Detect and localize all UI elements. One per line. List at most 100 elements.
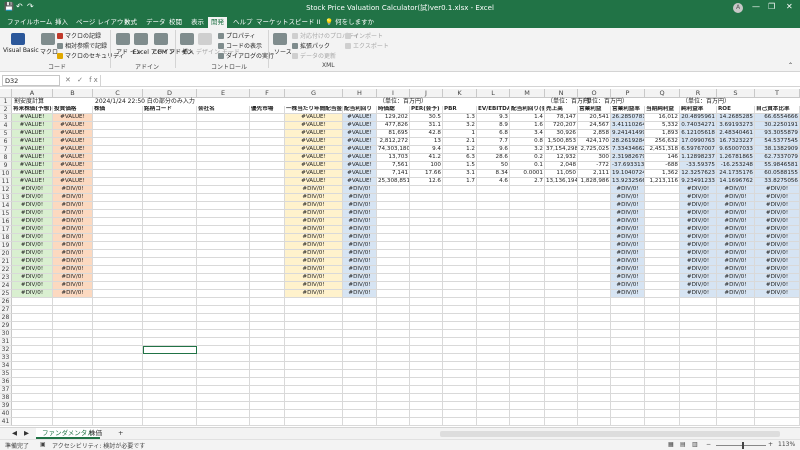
row-header-4[interactable]: 4 [0, 122, 12, 130]
cell-N35[interactable] [545, 370, 578, 378]
cell-L39[interactable] [477, 402, 510, 410]
cell-A36[interactable] [12, 378, 53, 386]
cell-P31[interactable] [611, 338, 645, 346]
cell-A6[interactable]: #VALUE! [12, 138, 53, 146]
cell-R29[interactable] [680, 322, 717, 330]
cell-C23[interactable] [93, 274, 143, 282]
cell-N25[interactable] [545, 290, 578, 298]
cell-E35[interactable] [197, 370, 250, 378]
cell-R10[interactable]: 12.3257623 [680, 170, 717, 178]
cell-F4[interactable] [250, 122, 285, 130]
cell-Q26[interactable] [645, 298, 680, 306]
cell-D33[interactable] [143, 354, 197, 362]
cell-F14[interactable] [250, 202, 285, 210]
cell-K36[interactable] [443, 378, 477, 386]
cell-C33[interactable] [93, 354, 143, 362]
cell-N32[interactable] [545, 346, 578, 354]
cell-P6[interactable]: 28.2619284 [611, 138, 645, 146]
cell-P5[interactable]: 9.24141499 [611, 130, 645, 138]
header-cell-T[interactable]: 自己資本比率 [755, 106, 800, 114]
cell-T12[interactable]: #DIV/0! [755, 186, 800, 194]
cell-H17[interactable]: #DIV/0! [343, 226, 377, 234]
column-header-I[interactable]: I [377, 89, 410, 98]
row-header-9[interactable]: 9 [0, 162, 12, 170]
cell-C25[interactable] [93, 290, 143, 298]
cell-P33[interactable] [611, 354, 645, 362]
cell-A8[interactable]: #VALUE! [12, 154, 53, 162]
cell-T28[interactable] [755, 314, 800, 322]
row-header-13[interactable]: 13 [0, 194, 12, 202]
cell-I14[interactable] [377, 202, 410, 210]
cell-Q30[interactable] [645, 330, 680, 338]
cell-J17[interactable] [410, 226, 443, 234]
cell-D24[interactable] [143, 282, 197, 290]
cell-R38[interactable] [680, 394, 717, 402]
cell-B17[interactable]: #DIV/0! [53, 226, 93, 234]
cell-A20[interactable]: #DIV/0! [12, 250, 53, 258]
cell-H39[interactable] [343, 402, 377, 410]
cell-H3[interactable]: #VALUE! [343, 114, 377, 122]
cell-D4[interactable] [143, 122, 197, 130]
cell-S34[interactable] [717, 362, 755, 370]
cell-M37[interactable] [510, 386, 545, 394]
visual-basic-icon[interactable] [11, 33, 25, 45]
cell-M7[interactable]: 3.2 [510, 146, 545, 154]
cell-O5[interactable]: 2,858 [578, 130, 611, 138]
cell-F29[interactable] [250, 322, 285, 330]
tab-marketspeed[interactable]: マーケットスピード II [253, 17, 323, 28]
cell-I20[interactable] [377, 250, 410, 258]
cell-B4[interactable]: #VALUE! [53, 122, 93, 130]
cell-H12[interactable]: #DIV/0! [343, 186, 377, 194]
row-header-16[interactable]: 16 [0, 218, 12, 226]
cell-G33[interactable] [285, 354, 343, 362]
minimize-button[interactable]: — [752, 2, 760, 11]
cell-O25[interactable] [578, 290, 611, 298]
cell-M6[interactable]: 0.8 [510, 138, 545, 146]
cell-K26[interactable] [443, 298, 477, 306]
cell-F33[interactable] [250, 354, 285, 362]
expansion-pack-button[interactable]: 拡張パック [292, 41, 330, 50]
cell-F8[interactable] [250, 154, 285, 162]
cell-D23[interactable] [143, 274, 197, 282]
cell-I18[interactable] [377, 234, 410, 242]
cell-N13[interactable] [545, 194, 578, 202]
cell-M20[interactable] [510, 250, 545, 258]
cell-L5[interactable]: 6.8 [477, 130, 510, 138]
cell-R39[interactable] [680, 402, 717, 410]
cell-O20[interactable] [578, 250, 611, 258]
cell-D25[interactable] [143, 290, 197, 298]
cell-E12[interactable] [197, 186, 250, 194]
cell-H32[interactable] [343, 346, 377, 354]
cell-H15[interactable]: #DIV/0! [343, 210, 377, 218]
column-header-A[interactable]: A [12, 89, 53, 98]
cell-A14[interactable]: #DIV/0! [12, 202, 53, 210]
cell-R20[interactable]: #DIV/0! [680, 250, 717, 258]
cell-F13[interactable] [250, 194, 285, 202]
cell-I3[interactable]: 129,202 [377, 114, 410, 122]
cell-Q15[interactable] [645, 210, 680, 218]
cell-I26[interactable] [377, 298, 410, 306]
cell-F9[interactable] [250, 162, 285, 170]
cell-E30[interactable] [197, 330, 250, 338]
cell-F5[interactable] [250, 130, 285, 138]
cell-Q12[interactable] [645, 186, 680, 194]
cell-Q38[interactable] [645, 394, 680, 402]
cell-S37[interactable] [717, 386, 755, 394]
cell-D15[interactable] [143, 210, 197, 218]
cell-J11[interactable]: 12.6 [410, 178, 443, 186]
cell-G5[interactable]: #VALUE! [285, 130, 343, 138]
cell-J8[interactable]: 41.2 [410, 154, 443, 162]
cell-D32[interactable] [143, 346, 197, 354]
cell-G6[interactable]: #VALUE! [285, 138, 343, 146]
cell-G11[interactable]: #VALUE! [285, 178, 343, 186]
page-layout-view-icon[interactable]: ▤ [680, 441, 686, 448]
cell-A33[interactable] [12, 354, 53, 362]
cell-G36[interactable] [285, 378, 343, 386]
cell-B36[interactable] [53, 378, 93, 386]
cell-P16[interactable]: #DIV/0! [611, 218, 645, 226]
select-all-corner[interactable] [0, 89, 12, 98]
cell-L32[interactable] [477, 346, 510, 354]
cell-B14[interactable]: #DIV/0! [53, 202, 93, 210]
cell-R14[interactable]: #DIV/0! [680, 202, 717, 210]
row-header-1[interactable]: 1 [0, 98, 12, 106]
